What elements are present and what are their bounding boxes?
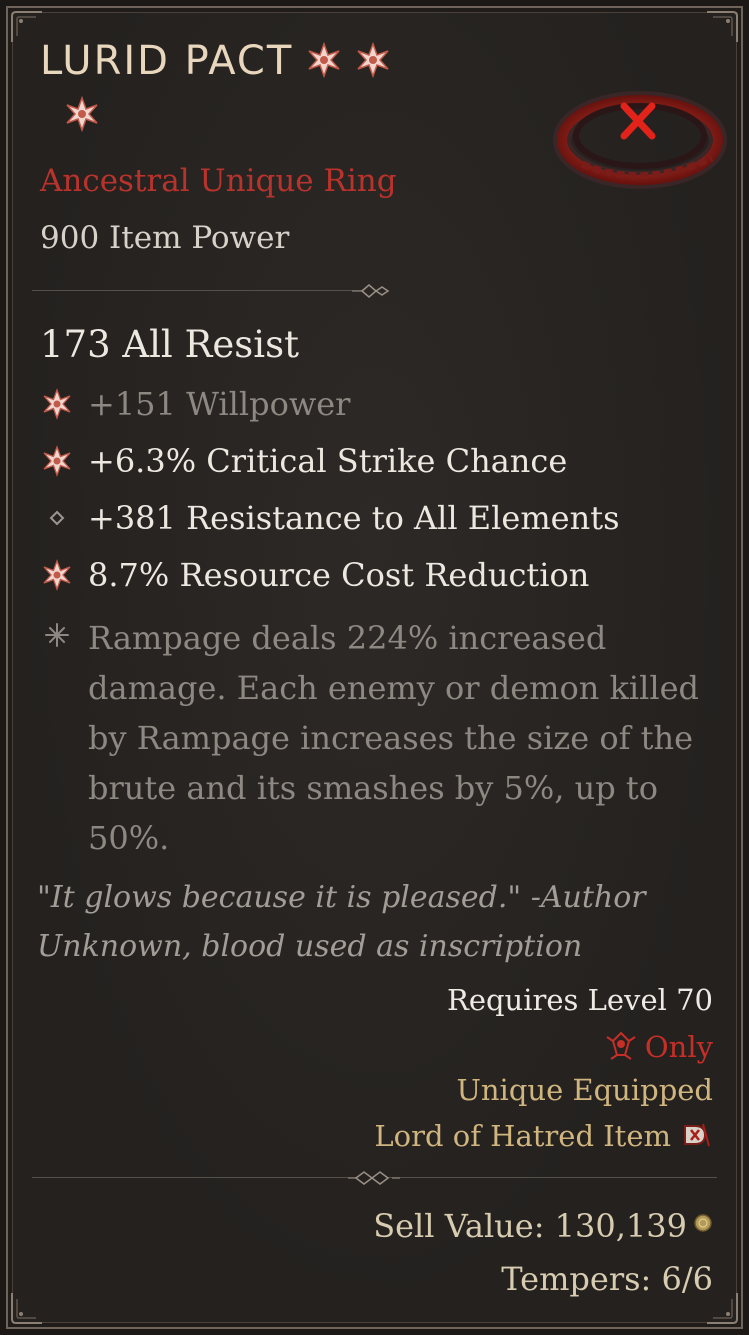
lord-of-hatred-expansion-icon [679,1118,713,1152]
frame-corner-ornament [10,10,44,44]
section-divider [32,281,392,301]
sell-value-label: Sell Value: 130,139 [373,1207,687,1245]
unique-power-text: Rampage deals 224% increased damage. Eac… [88,619,700,857]
greater-affix-star-icon [355,41,391,79]
tempers-count: Tempers: 6/6 [501,1260,713,1298]
class-restriction-label: Only [644,1030,713,1064]
implicit-affix: 173 All Resist [40,323,299,366]
greater-affix-star-icon [40,558,74,592]
gold-coin-icon [693,1203,713,1232]
affix-text: +381 Resistance to All Elements [88,499,620,537]
unique-equipped-note: Unique Equipped [456,1073,713,1107]
greater-affix-star-icon [64,95,100,133]
item-type: Ancestral Unique Ring [40,163,397,199]
unique-power-star-icon [40,618,74,652]
affix-text: +6.3% Critical Strike Chance [88,442,568,480]
frame-corner-ornament [705,10,739,44]
frame-corner-ornament [10,1291,44,1325]
greater-affix-star-icon [40,444,74,478]
level-requirement: Requires Level 70 [447,983,713,1017]
diamond-bullet-icon [40,501,74,535]
greater-affix-star-icon [40,387,74,421]
affix-text: 8.7% Resource Cost Reduction [88,556,590,594]
section-divider [32,1168,717,1188]
expansion-note: Lord of Hatred Item [374,1118,713,1153]
item-title-row: LURID PACT [40,38,600,133]
spiritborn-class-icon [603,1027,639,1063]
class-restriction: Only [603,1027,713,1064]
greater-affix-star-icon [306,41,342,79]
lurid-pact-ring-icon [552,78,727,193]
flavor-text: "It glows because it is pleased." -Autho… [37,880,646,964]
expansion-label: Lord of Hatred Item [374,1119,671,1153]
item-power: 900 Item Power [40,220,290,256]
sell-value: Sell Value: 130,139 [373,1203,713,1245]
item-name: LURID PACT [40,38,294,84]
affix-text: +151 Willpower [88,385,351,423]
